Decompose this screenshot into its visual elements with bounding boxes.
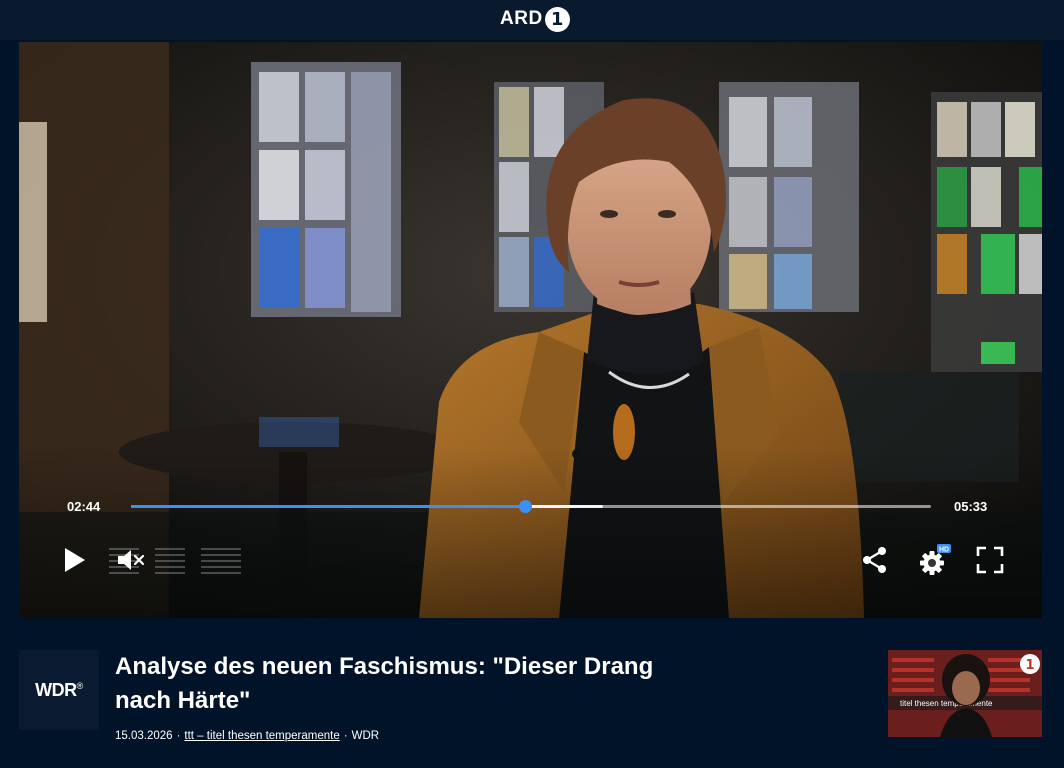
hd-badge: HD	[939, 547, 949, 554]
mute-button[interactable]	[114, 545, 148, 575]
speaker-muted-icon	[118, 550, 145, 570]
share-button[interactable]	[859, 544, 891, 576]
video-info: WDR® Analyse des neuen Faschismus: "Dies…	[0, 620, 1064, 768]
ard-one-icon: 1	[544, 6, 570, 32]
video-date: 15.03.2026	[115, 730, 173, 742]
progress-handle[interactable]	[518, 500, 532, 513]
controls-overlay	[19, 448, 1042, 618]
play-button[interactable]	[59, 543, 89, 577]
total-time: 05:33	[954, 499, 988, 514]
fullscreen-icon	[976, 546, 1004, 574]
top-bar: ARD 1	[0, 0, 1064, 40]
meta-separator: ·	[343, 730, 348, 742]
thumbnail-image: titel thesen temperamente 1	[888, 650, 1042, 737]
channel-logo[interactable]: WDR®	[19, 650, 99, 730]
video-meta: 15.03.2026 · ttt – titel thesen temperam…	[115, 730, 379, 742]
fullscreen-button[interactable]	[974, 544, 1006, 576]
thumbnail-logo: 1	[1025, 658, 1034, 673]
video-player[interactable]: 02:44 05:33 HD	[19, 42, 1042, 618]
ard-logo-text: ARD	[500, 8, 543, 29]
settings-button[interactable]: HD	[917, 542, 953, 578]
related-video-thumbnail[interactable]: titel thesen temperamente 1	[888, 650, 1042, 737]
current-time: 02:44	[67, 499, 101, 514]
ard-logo[interactable]: ARD 1	[500, 5, 570, 33]
play-icon	[65, 548, 85, 572]
progress-bar[interactable]	[131, 500, 931, 513]
gear-icon: HD	[920, 544, 951, 575]
share-icon	[863, 547, 886, 573]
broadcaster: WDR	[351, 730, 380, 742]
meta-separator: ·	[176, 730, 181, 742]
show-link[interactable]: ttt – titel thesen temperamente	[184, 730, 339, 742]
channel-logo-text: WDR®	[35, 679, 83, 700]
progress-played	[131, 505, 525, 508]
video-title: Analyse des neuen Faschismus: "Dieser Dr…	[115, 653, 654, 714]
